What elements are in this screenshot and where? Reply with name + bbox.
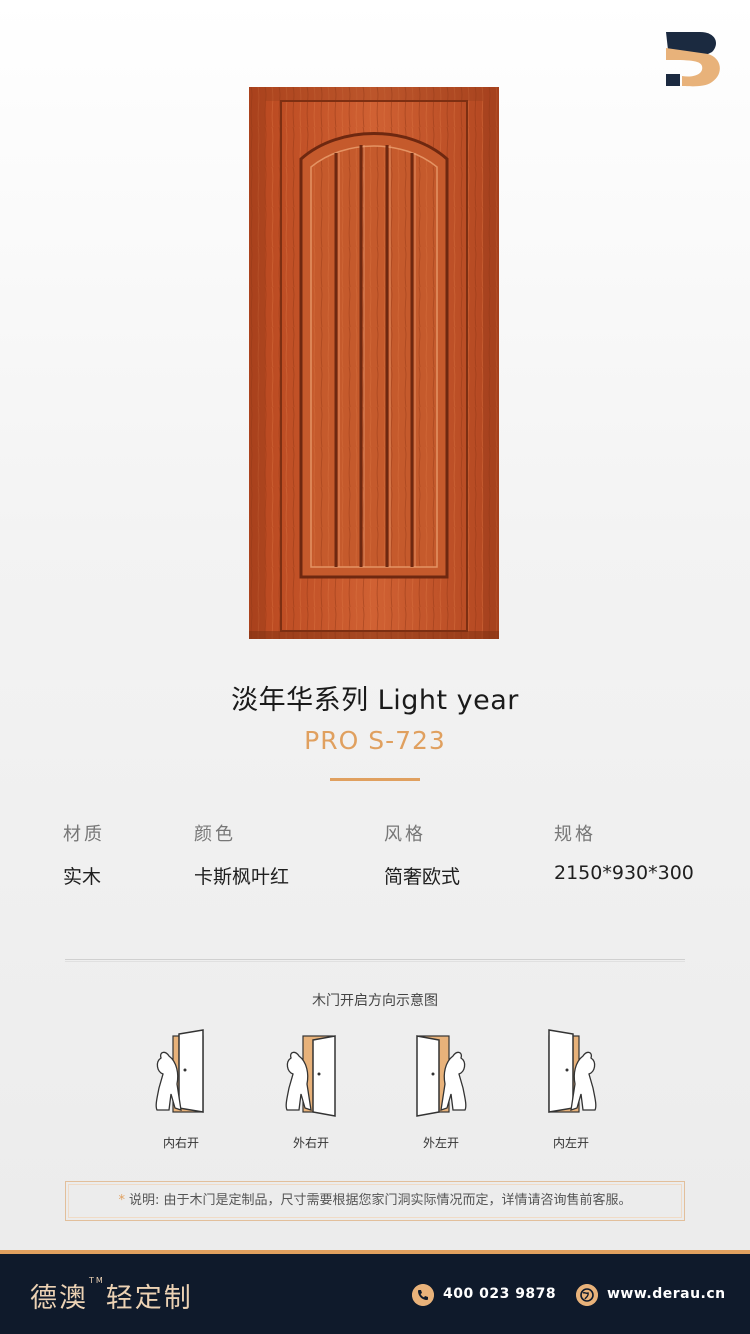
brand-suffix: 轻定制 [105,1283,193,1314]
spec-value: 简奢欧式 [384,866,461,888]
custom-order-note: * 说明: 由于木门是定制品，尺寸需要根据您家门洞实际情况而定，详情请咨询售前客服… [65,1181,685,1221]
door-open-outward-left-icon [416,1035,467,1117]
opening-label: 外右开 [292,1136,329,1150]
note-text: 说明: 由于木门是定制品，尺寸需要根据您家门洞实际情况而定，详情请咨询售前客服。 [128,1193,632,1208]
spec-value: 2150*930*300 [554,862,694,884]
spec-size: 规格 2150*930*300 [554,820,694,884]
footer-brand: 德澳TM轻定制 [30,1276,193,1315]
footer-bar: 德澳TM轻定制 400 023 9878 www.derau.cn [0,1254,750,1334]
spec-value: 实木 [63,866,102,888]
opening-label: 外左开 [422,1136,459,1150]
spec-label: 颜色 [194,824,236,845]
globe-icon [576,1284,598,1306]
spec-label: 材质 [63,824,105,845]
opening-inward-left: 内左开 [531,1028,611,1151]
spec-value: 卡斯枫叶红 [194,866,290,888]
opening-outward-left: 外左开 [401,1028,481,1151]
trademark-mark: TM [89,1276,105,1285]
accent-divider [330,778,420,781]
footer-phone[interactable]: 400 023 9878 [443,1286,556,1302]
spec-material: 材质 实木 [63,820,105,889]
product-model: PRO S-723 [304,726,446,755]
opening-label: 内左开 [552,1136,589,1150]
door-product-image [249,87,499,639]
opening-outward-right: 外右开 [271,1028,351,1151]
opening-inward-right: 内右开 [141,1028,221,1151]
spec-label: 规格 [554,824,596,845]
door-open-inward-left-icon [548,1029,597,1113]
door-open-outward-right-icon [285,1035,336,1117]
spec-color: 颜色 卡斯枫叶红 [194,820,289,889]
section-divider [65,959,685,962]
note-star: * [118,1193,125,1208]
spec-style: 风格 简奢欧式 [384,820,460,889]
brand-name: 德澳 [30,1283,88,1314]
spec-label: 风格 [384,824,426,845]
brand-logo [666,32,720,87]
footer-website-link[interactable]: www.derau.cn [607,1286,726,1302]
opening-diagram-title: 木门开启方向示意图 [312,993,438,1009]
phone-icon [412,1284,434,1306]
product-series-title: 淡年华系列 Light year [231,685,519,716]
door-open-inward-right-icon [155,1029,204,1113]
opening-label: 内右开 [162,1136,199,1150]
